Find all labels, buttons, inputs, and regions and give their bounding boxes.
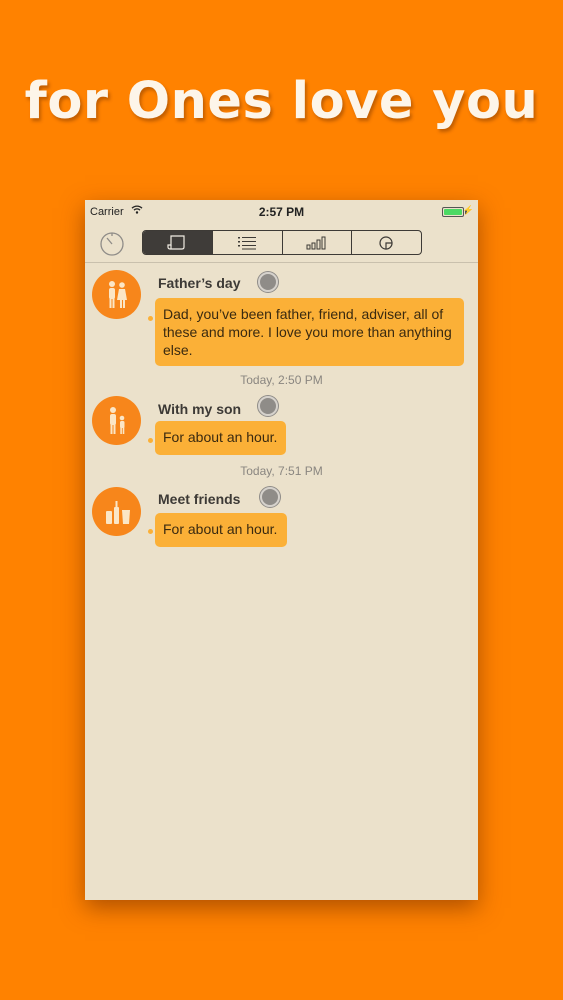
tab-summary[interactable] (352, 231, 421, 254)
entry-note-bubble: For about an hour. (155, 421, 286, 455)
view-segmented-control (142, 230, 422, 255)
entry-note-bubble: Dad, you’ve been father, friend, adviser… (155, 298, 464, 366)
charging-icon: ⚡ (462, 205, 474, 215)
timestamp: Today, 2:50 PM (240, 373, 323, 387)
bar-chart-icon (306, 236, 326, 249)
journal-icon (167, 235, 185, 250)
timestamp: Today, 7:51 PM (240, 464, 323, 478)
list-icon (238, 236, 257, 249)
status-time: 2:57 PM (258, 205, 305, 219)
toolbar (85, 222, 478, 263)
tab-stats[interactable] (283, 231, 353, 254)
tab-journal[interactable] (143, 231, 213, 254)
entry-note-bubble: For about an hour. (155, 513, 287, 547)
parent-child-icon (92, 396, 141, 445)
family-icon (92, 270, 141, 319)
status-bar: Carrier 2:57 PM ⚡ (85, 200, 478, 222)
timer-icon[interactable] (98, 230, 126, 258)
entry-title: Meet friends (158, 491, 241, 507)
entry-radio-button[interactable] (258, 272, 278, 292)
entry-radio-button[interactable] (260, 487, 280, 507)
battery-icon (442, 207, 464, 217)
entry-title: Father’s day (158, 275, 241, 291)
tab-list[interactable] (213, 231, 283, 254)
pie-chart-icon (379, 235, 393, 250)
headline: for Ones love you (24, 72, 539, 131)
entry-radio-button[interactable] (258, 396, 278, 416)
entry-title: With my son (158, 401, 242, 417)
app-screen: Carrier 2:57 PM ⚡ Father’s day Dad, you’… (85, 200, 478, 900)
drinks-icon (92, 487, 141, 536)
